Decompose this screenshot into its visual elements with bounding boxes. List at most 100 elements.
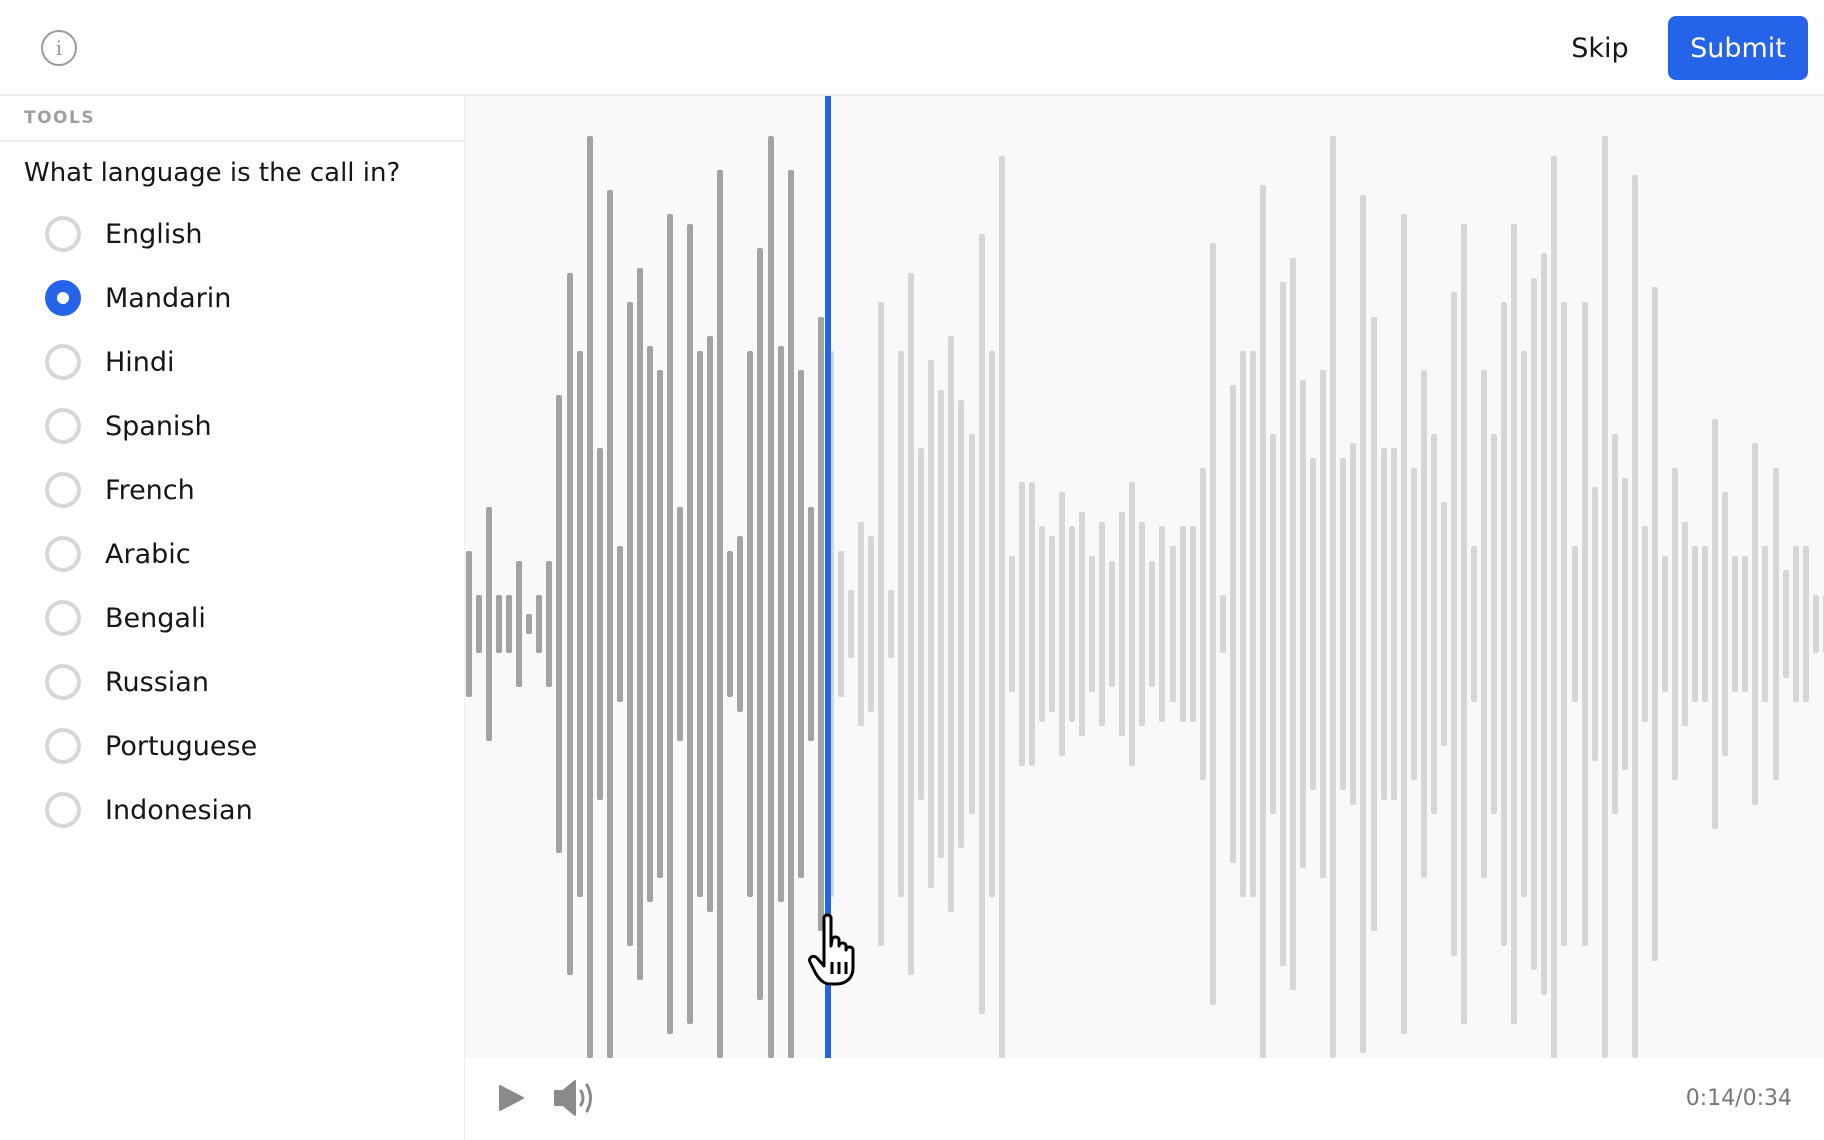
language-option-russian[interactable]: Russian bbox=[0, 650, 464, 714]
language-option-indonesian[interactable]: Indonesian bbox=[0, 778, 464, 842]
waveform-bar bbox=[1149, 560, 1156, 688]
waveform-bar bbox=[1209, 243, 1216, 1005]
time-display: 0:14/0:34 bbox=[1685, 1086, 1792, 1111]
waveform-bar bbox=[536, 594, 543, 654]
language-option-spanish[interactable]: Spanish bbox=[0, 394, 464, 458]
waveform-bar bbox=[1591, 487, 1598, 761]
waveform-bar bbox=[1450, 292, 1457, 956]
top-bar: i Skip Submit bbox=[0, 0, 1824, 96]
waveform-bar bbox=[1129, 482, 1136, 766]
option-label: Indonesian bbox=[105, 794, 253, 826]
option-label: Arabic bbox=[105, 538, 191, 570]
waveform-bar bbox=[998, 155, 1005, 1058]
waveform-bar bbox=[1521, 350, 1528, 898]
waveform-bar bbox=[1742, 555, 1749, 693]
radio-button[interactable] bbox=[45, 728, 81, 764]
waveform-bar bbox=[1249, 350, 1256, 898]
option-label: Bengali bbox=[105, 602, 206, 634]
language-option-mandarin[interactable]: Mandarin bbox=[0, 266, 464, 330]
waveform-bar bbox=[1280, 282, 1287, 966]
volume-icon[interactable] bbox=[551, 1078, 601, 1118]
option-label: French bbox=[105, 474, 195, 506]
waveform-bar bbox=[496, 594, 503, 654]
waveform-bar bbox=[516, 560, 523, 688]
waveform-bar bbox=[1661, 555, 1668, 693]
waveform-bar bbox=[1089, 555, 1096, 693]
waveform-bar bbox=[1782, 570, 1789, 678]
playhead[interactable] bbox=[825, 96, 831, 1058]
language-option-portuguese[interactable]: Portuguese bbox=[0, 714, 464, 778]
waveform-bar bbox=[1109, 560, 1116, 688]
waveform-bar bbox=[958, 399, 965, 849]
radio-button[interactable] bbox=[45, 664, 81, 700]
submit-button[interactable]: Submit bbox=[1668, 16, 1808, 80]
language-option-french[interactable]: French bbox=[0, 458, 464, 522]
waveform-bar bbox=[1139, 521, 1146, 727]
waveform-bar bbox=[697, 350, 704, 898]
waveform-bar bbox=[888, 589, 895, 659]
waveform-bar bbox=[1812, 594, 1819, 654]
waveform-bar bbox=[1320, 370, 1327, 878]
skip-button[interactable]: Skip bbox=[1560, 22, 1640, 74]
waveform-bar bbox=[1199, 467, 1206, 781]
option-label: Russian bbox=[105, 666, 209, 698]
waveform-bar bbox=[1702, 545, 1709, 703]
waveform-bar bbox=[1631, 175, 1638, 1058]
waveform-bar bbox=[1491, 433, 1498, 815]
waveform-bar bbox=[747, 350, 754, 898]
waveform-bar bbox=[586, 136, 593, 1058]
radio-button[interactable] bbox=[45, 600, 81, 636]
waveform-bar bbox=[1501, 301, 1508, 947]
waveform-bar bbox=[717, 170, 724, 1058]
radio-button[interactable] bbox=[45, 792, 81, 828]
waveform-bar bbox=[1541, 253, 1548, 995]
waveform-bar bbox=[1601, 136, 1608, 1058]
radio-button[interactable] bbox=[45, 536, 81, 572]
tools-sidebar: TOOLS What language is the call in? Engl… bbox=[0, 96, 465, 1140]
radio-button[interactable] bbox=[45, 472, 81, 508]
option-label: Hindi bbox=[105, 346, 175, 378]
waveform-bar bbox=[1802, 545, 1809, 703]
waveform-bar bbox=[1611, 433, 1618, 815]
waveform-bar bbox=[938, 389, 945, 859]
waveform-bar bbox=[1752, 443, 1759, 805]
waveform-bar bbox=[1360, 194, 1367, 1054]
radio-button[interactable] bbox=[45, 280, 81, 316]
waveform-bar bbox=[988, 350, 995, 898]
option-label: English bbox=[105, 218, 203, 250]
waveform-bar bbox=[1350, 443, 1357, 805]
radio-button[interactable] bbox=[45, 408, 81, 444]
info-icon[interactable]: i bbox=[41, 30, 77, 66]
waveform-bar bbox=[868, 536, 874, 712]
waveform-bar bbox=[787, 170, 794, 1058]
language-option-arabic[interactable]: Arabic bbox=[0, 522, 464, 586]
waveform-bar bbox=[486, 506, 493, 742]
waveform-bar bbox=[646, 345, 653, 903]
radio-button[interactable] bbox=[45, 216, 81, 252]
waveform-bar bbox=[737, 536, 744, 712]
waveform-bar bbox=[978, 233, 985, 1015]
waveform-bar bbox=[807, 506, 814, 742]
audio-waveform[interactable] bbox=[465, 96, 1824, 1058]
language-option-hindi[interactable]: Hindi bbox=[0, 330, 464, 394]
waveform-bar bbox=[687, 223, 694, 1025]
waveform-bar bbox=[1732, 555, 1739, 693]
language-option-english[interactable]: English bbox=[0, 202, 464, 266]
waveform-bar bbox=[1239, 350, 1246, 898]
waveform-bar bbox=[677, 506, 684, 742]
waveform-bar bbox=[847, 589, 854, 659]
waveform-bar bbox=[918, 448, 925, 800]
waveform-bar bbox=[576, 350, 583, 898]
tools-section-title: TOOLS bbox=[0, 96, 464, 142]
radio-button[interactable] bbox=[45, 344, 81, 380]
language-option-bengali[interactable]: Bengali bbox=[0, 586, 464, 650]
waveform-bar bbox=[626, 301, 633, 947]
waveform-bar bbox=[1772, 467, 1779, 781]
play-icon[interactable] bbox=[495, 1082, 527, 1114]
waveform-bar bbox=[1380, 448, 1387, 800]
waveform-bar bbox=[707, 336, 714, 912]
waveform-bar bbox=[1310, 458, 1317, 790]
waveform-bar bbox=[968, 433, 975, 815]
waveform-bar bbox=[656, 370, 663, 878]
waveform-bar bbox=[857, 521, 864, 727]
